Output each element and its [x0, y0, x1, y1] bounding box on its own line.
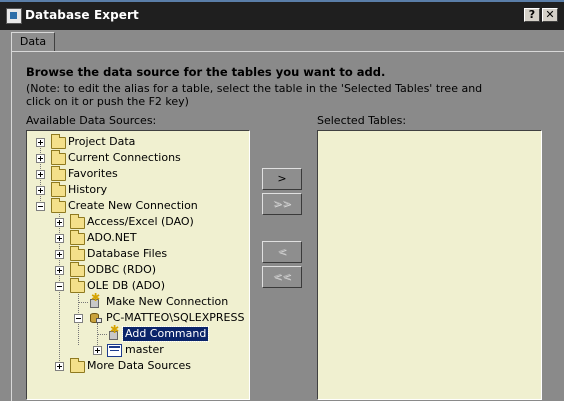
title-bar: Database Expert ? ✕: [0, 0, 564, 30]
tree-node-database-files[interactable]: Database Files: [85, 247, 169, 261]
expand-toggle[interactable]: [36, 186, 45, 195]
tree-node-make-new-connection[interactable]: Make New Connection: [104, 295, 230, 309]
tree-node-master[interactable]: master: [123, 343, 166, 357]
add-all-button[interactable]: >>: [262, 193, 302, 215]
selected-tables-tree[interactable]: [317, 130, 542, 400]
help-button[interactable]: ?: [524, 8, 540, 22]
folder-open-icon: [51, 198, 66, 213]
tree-node-ado-net[interactable]: ADO.NET: [85, 231, 139, 245]
folder-open-icon: [70, 278, 85, 293]
expand-toggle[interactable]: [55, 218, 64, 227]
tree-node-add-command[interactable]: Add Command: [121, 326, 210, 342]
expand-toggle[interactable]: [93, 346, 102, 355]
database-icon: [107, 344, 122, 357]
folder-icon: [51, 182, 66, 197]
tree-node-odbc[interactable]: ODBC (RDO): [85, 263, 158, 277]
collapse-toggle[interactable]: [36, 202, 45, 211]
tab-data[interactable]: Data: [11, 32, 55, 52]
folder-icon: [70, 246, 85, 261]
add-button[interactable]: >: [262, 168, 302, 190]
magic-wand-icon: [107, 323, 122, 341]
folder-icon: [70, 214, 85, 229]
remove-button[interactable]: <: [262, 241, 302, 263]
selected-tables-label: Selected Tables:: [317, 114, 407, 127]
expand-toggle[interactable]: [36, 138, 45, 147]
collapse-toggle[interactable]: [55, 282, 64, 291]
tree-node-access-excel[interactable]: Access/Excel (DAO): [85, 215, 196, 229]
expand-toggle[interactable]: [36, 170, 45, 179]
remove-all-button[interactable]: <<: [262, 266, 302, 288]
server-icon: [88, 311, 103, 325]
folder-icon: [70, 358, 85, 373]
folder-icon: [51, 166, 66, 181]
collapse-toggle[interactable]: [74, 314, 83, 323]
expand-toggle[interactable]: [55, 266, 64, 275]
instructions-heading: Browse the data source for the tables yo…: [26, 65, 386, 79]
close-button[interactable]: ✕: [542, 8, 558, 22]
tree-node-server[interactable]: PC-MATTEO\SQLEXPRESS: [104, 311, 246, 325]
expand-toggle[interactable]: [55, 362, 64, 371]
tree-node-favorites[interactable]: Favorites: [66, 167, 120, 181]
tree-node-project-data[interactable]: Project Data: [66, 135, 137, 149]
folder-icon: [70, 230, 85, 245]
app-icon: [6, 8, 22, 24]
tree-line: [98, 334, 107, 335]
tree-node-more-data-sources[interactable]: More Data Sources: [85, 359, 193, 373]
expand-toggle[interactable]: [36, 154, 45, 163]
available-sources-label: Available Data Sources:: [26, 114, 157, 127]
available-sources-tree[interactable]: Project Data Current Connections Favorit…: [26, 130, 250, 400]
folder-icon: [51, 134, 66, 149]
expand-toggle[interactable]: [55, 250, 64, 259]
window-title: Database Expert: [25, 8, 139, 22]
tree-node-create-new-connection[interactable]: Create New Connection: [66, 199, 200, 213]
tree-node-current-connections[interactable]: Current Connections: [66, 151, 183, 165]
expand-toggle[interactable]: [55, 234, 64, 243]
folder-icon: [51, 150, 66, 165]
tree-line: [79, 302, 88, 303]
tree-node-history[interactable]: History: [66, 183, 109, 197]
tab-strip: Data: [0, 30, 564, 52]
folder-icon: [70, 262, 85, 277]
instructions-note: (Note: to edit the alias for a table, se…: [26, 82, 483, 108]
magic-wand-icon: [88, 291, 103, 309]
